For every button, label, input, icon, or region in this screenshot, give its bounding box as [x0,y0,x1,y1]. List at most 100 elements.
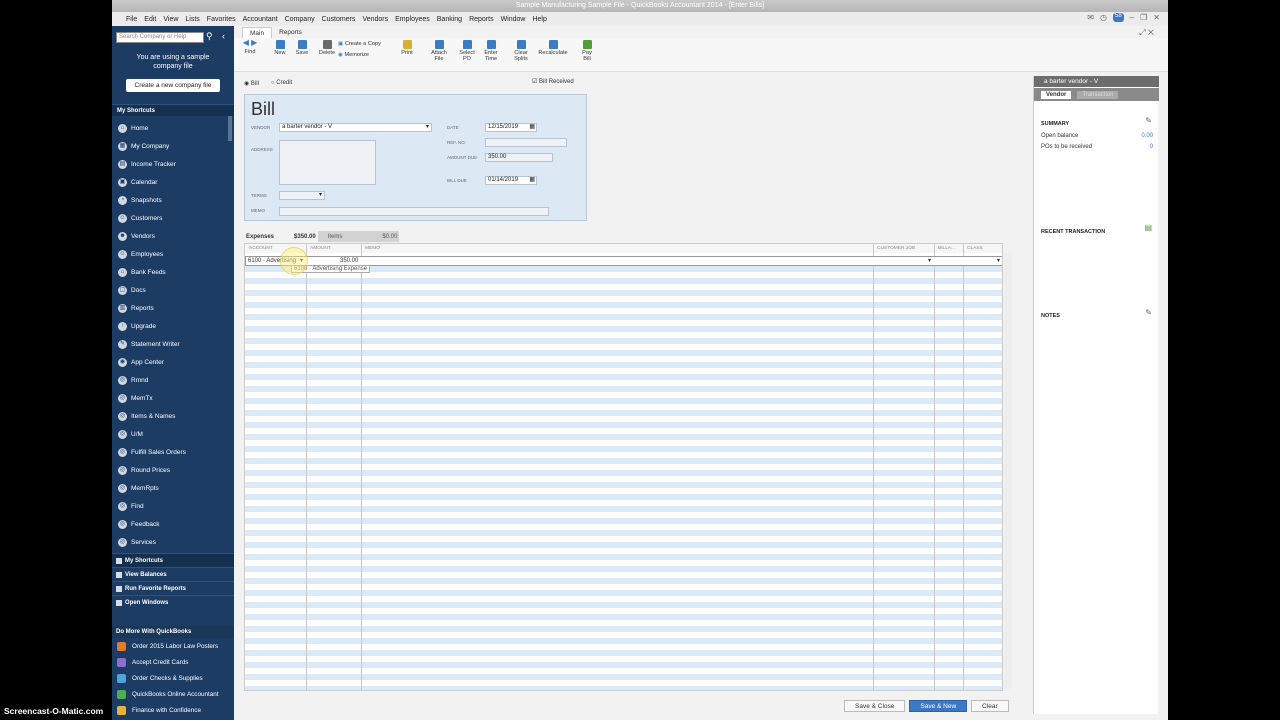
menu-edit[interactable]: Edit [144,16,156,23]
mail-icon[interactable]: ✉ [1087,13,1094,22]
memo-field[interactable] [279,207,549,216]
panel-favorite-reports[interactable]: Run Favorite Reports [112,581,234,595]
menu-accountant[interactable]: Accountant [243,16,278,23]
menu-help[interactable]: Help [532,16,546,23]
terms-select[interactable]: ▾ [279,191,325,200]
save-button[interactable]: Save [294,40,310,56]
panel-view-balances[interactable]: View Balances [112,567,234,581]
date-field[interactable]: 12/15/2019 ▦ [485,123,537,132]
ref-no-field[interactable] [485,138,567,147]
find-button[interactable]: ◀ ▶ Find [240,39,260,56]
select-po-button[interactable]: Select PO [458,40,476,62]
tab-expenses[interactable]: Expenses $350.00 [244,231,318,242]
shortcut-services[interactable]: ◎ Services [112,533,228,551]
create-copy-button[interactable]: ▣ Create a Copy [338,41,388,47]
menu-file[interactable]: File [126,16,137,23]
menu-customers[interactable]: Customers [322,16,356,23]
shortcut-memtx[interactable]: ◎ MemTx [112,389,228,407]
shortcut-calendar[interactable]: ▣ Calendar [112,173,228,191]
menu-window[interactable]: Window [501,16,526,23]
print-button[interactable]: Print [398,40,416,56]
shortcut-app-center[interactable]: ◉ App Center [112,353,228,371]
vendor-select[interactable]: a barter vendor - V ▾ [279,123,432,132]
shortcut-round-prices[interactable]: ◎ Round Prices [112,461,228,479]
menu-favorites[interactable]: Favorites [207,16,236,23]
panel-my-shortcuts[interactable]: My Shortcuts [112,553,234,567]
panel-vendor-name[interactable]: a barter vendor - V [1034,76,1159,87]
grid-rows[interactable] [245,266,1002,690]
grid-scrollbar[interactable] [1004,253,1012,689]
report-icon[interactable]: ▤ [1144,223,1152,232]
edit-icon[interactable]: ✎ [1145,116,1152,125]
clear-button[interactable]: Clear [971,700,1009,712]
attach-file-button[interactable]: Attach File [428,40,450,62]
new-button[interactable]: New [272,40,288,56]
sidebar-scrollbar[interactable] [228,116,232,141]
shortcut-statement-writer[interactable]: ✎ Statement Writer [112,335,228,353]
calendar-icon[interactable]: ▦ [529,177,535,184]
menu-view[interactable]: View [163,16,178,23]
more-order-checks[interactable]: Order Checks & Supplies [112,670,234,686]
create-company-button[interactable]: Create a new company file [126,79,220,92]
tab-transaction[interactable]: Transaction [1077,90,1119,99]
shortcut-upgrade[interactable]: ↑ Upgrade [112,317,228,335]
shortcut-income-tracker[interactable]: ▤ Income Tracker [112,155,228,173]
shortcut-home[interactable]: ⌂ Home [112,119,228,137]
bill-due-field[interactable]: 01/14/2019 ▦ [485,176,537,185]
more-accept-credit-cards[interactable]: Accept Credit Cards [112,654,234,670]
shortcut-items-names[interactable]: ◎ Items & Names [112,407,228,425]
search-input[interactable]: Search Company or Help [116,32,204,43]
save-close-button[interactable]: Save & Close [844,700,906,712]
shortcut-docs[interactable]: ▢ Docs [112,281,228,299]
close-icon[interactable]: ✕ [1153,13,1160,22]
shortcut-feedback[interactable]: ◎ Feedback [112,515,228,533]
recalculate-button[interactable]: Recalculate [536,40,570,56]
menu-banking[interactable]: Banking [437,16,462,23]
clear-splits-button[interactable]: Clear Splits [512,40,530,62]
delete-button[interactable]: Delete [316,40,338,56]
calendar-icon[interactable]: ▦ [529,124,535,131]
alert-badge[interactable]: 58 [1112,13,1124,22]
radio-credit[interactable]: ○ Credit [271,80,292,87]
memorize-button[interactable]: ◉ Memorize [338,52,388,58]
more-finance[interactable]: Finance with Confidence [112,702,234,718]
tab-items[interactable]: Items $0.00 [317,231,400,242]
shortcut-bank-feeds[interactable]: ⌂ Bank Feeds [112,263,228,281]
clock-icon[interactable]: ◷ [1100,13,1107,22]
menu-company[interactable]: Company [285,16,315,23]
chevron-down-icon[interactable]: ▾ [928,257,931,264]
shortcut-memrpts[interactable]: ◎ MemRpts [112,479,228,497]
menu-reports[interactable]: Reports [469,16,494,23]
shortcut-fulfill-sales-orders[interactable]: ◎ Fulfill Sales Orders [112,443,228,461]
more-labor-law-posters[interactable]: Order 2015 Labor Law Posters [112,638,234,654]
shortcut-rmnd[interactable]: ◎ Rmnd [112,371,228,389]
menu-vendors[interactable]: Vendors [362,16,388,23]
panel-open-windows[interactable]: Open Windows [112,595,234,609]
shortcut-um[interactable]: ◎ U/M [112,425,228,443]
shortcut-employees[interactable]: ☺ Employees [112,245,228,263]
enter-time-button[interactable]: Enter Time [482,40,500,62]
more-qb-online-accountant[interactable]: QuickBooks Online Accountant [112,686,234,702]
tab-vendor[interactable]: Vendor [1041,90,1072,99]
bill-received-checkbox[interactable]: ☑ Bill Received [532,78,574,85]
shortcut-vendors[interactable]: ☻ Vendors [112,227,228,245]
radio-bill[interactable]: ◉ Bill [244,80,259,87]
window-expand-icon[interactable]: ⤢ ✕ [1139,28,1154,38]
shortcut-customers[interactable]: ☺ Customers [112,209,228,227]
shortcut-reports[interactable]: ▥ Reports [112,299,228,317]
restore-icon[interactable]: ❐ [1140,13,1147,22]
minimize-icon[interactable]: – [1130,13,1134,22]
shortcut-my-company[interactable]: ▦ My Company [112,137,228,155]
amount-cell[interactable]: 350.00 [340,258,358,264]
search-icon[interactable]: ⚲ [206,31,213,42]
save-new-button[interactable]: Save & New [909,700,968,712]
pay-bill-button[interactable]: Pay Bill [578,40,596,62]
shortcut-find[interactable]: ◎ Find [112,497,228,515]
chevron-down-icon[interactable]: ▾ [997,257,1000,264]
menu-employees[interactable]: Employees [395,16,430,23]
amount-due-field[interactable]: 350.00 [485,153,553,162]
collapse-icon[interactable]: ‹ [222,31,225,41]
edit-icon[interactable]: ✎ [1145,308,1152,317]
shortcut-snapshots[interactable]: ◔ Snapshots [112,191,228,209]
address-field[interactable] [279,140,376,185]
